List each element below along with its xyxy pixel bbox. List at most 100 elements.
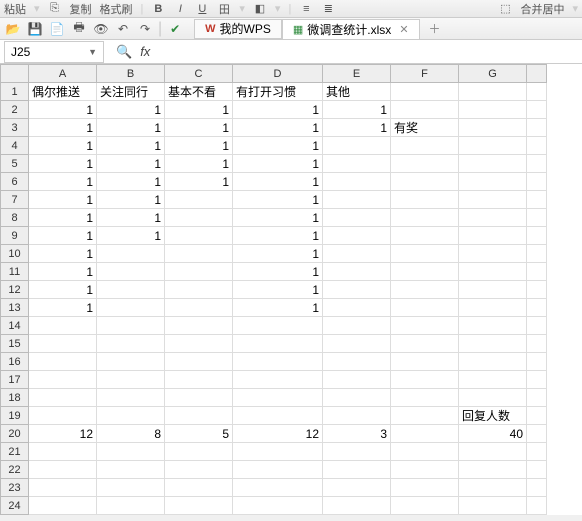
cell[interactable]: 1 [233,173,323,191]
cell[interactable]: 1 [233,245,323,263]
row-header[interactable]: 22 [1,461,29,479]
cell[interactable] [97,479,165,497]
cell[interactable] [527,371,547,389]
tab-document[interactable]: ▦ 微调查统计.xlsx ✕ [282,19,420,39]
cell[interactable] [165,479,233,497]
row-header[interactable]: 23 [1,479,29,497]
row-header[interactable]: 5 [1,155,29,173]
cell[interactable]: 1 [29,119,97,137]
cell[interactable] [459,317,527,335]
cell[interactable] [459,461,527,479]
cell[interactable] [391,461,459,479]
cell[interactable]: 1 [233,281,323,299]
cell[interactable] [391,263,459,281]
col-header[interactable]: D [233,65,323,83]
cell[interactable] [233,389,323,407]
cell[interactable]: 1 [233,209,323,227]
cell[interactable] [233,407,323,425]
cell[interactable] [391,425,459,443]
italic-icon[interactable]: I [173,2,187,16]
cell[interactable] [527,209,547,227]
cell[interactable]: 8 [97,425,165,443]
cell[interactable] [97,353,165,371]
cell[interactable] [527,317,547,335]
row-header[interactable]: 3 [1,119,29,137]
cell[interactable]: 1 [165,137,233,155]
cell[interactable]: 40 [459,425,527,443]
cell[interactable]: 1 [97,227,165,245]
col-header[interactable]: G [459,65,527,83]
cell[interactable] [459,497,527,515]
cell[interactable] [323,227,391,245]
cell[interactable] [391,209,459,227]
cell[interactable]: 1 [29,155,97,173]
cell[interactable] [391,155,459,173]
cell[interactable] [165,209,233,227]
col-header[interactable]: E [323,65,391,83]
cell[interactable] [97,299,165,317]
cell[interactable] [391,479,459,497]
fill-color-icon[interactable]: ◧ [253,2,267,16]
cell[interactable]: 1 [323,119,391,137]
cell[interactable] [29,317,97,335]
cell[interactable] [323,317,391,335]
cell[interactable] [527,83,547,101]
bold-icon[interactable]: B [151,2,165,16]
check-icon[interactable]: ✔ [166,20,184,38]
cell[interactable] [165,461,233,479]
cell[interactable] [391,353,459,371]
fx-label[interactable]: fx [140,44,150,59]
align-left-icon[interactable]: ≡ [299,2,313,16]
cell[interactable] [29,443,97,461]
cell[interactable] [527,155,547,173]
cell[interactable] [323,137,391,155]
cell[interactable]: 1 [233,155,323,173]
cell[interactable] [233,479,323,497]
copy-label[interactable]: 复制 [70,1,92,17]
spreadsheet-grid[interactable]: A B C D E F G 1 偶尔推送 关注同行 基本不看 有打开习惯 其他 … [0,64,582,515]
cell[interactable] [391,83,459,101]
cell[interactable] [97,371,165,389]
cell[interactable]: 基本不看 [165,83,233,101]
cell[interactable] [165,263,233,281]
col-header[interactable]: B [97,65,165,83]
row-header[interactable]: 21 [1,443,29,461]
cell[interactable] [459,173,527,191]
cell[interactable] [165,335,233,353]
cell[interactable] [391,299,459,317]
cell[interactable]: 1 [233,263,323,281]
cell[interactable]: 其他 [323,83,391,101]
open-folder-icon[interactable]: 📂 [4,20,22,38]
cell[interactable] [323,299,391,317]
cell[interactable] [391,191,459,209]
row-header[interactable]: 19 [1,407,29,425]
row-header[interactable]: 10 [1,245,29,263]
col-header[interactable]: A [29,65,97,83]
print-preview-icon[interactable]: 👁 [92,20,110,38]
cell[interactable]: 1 [165,155,233,173]
cell[interactable] [459,299,527,317]
cell[interactable] [29,479,97,497]
cell[interactable] [165,227,233,245]
row-header[interactable]: 6 [1,173,29,191]
cell[interactable] [165,371,233,389]
name-box[interactable]: J25 ▼ [4,41,104,63]
cell[interactable]: 1 [29,209,97,227]
cell[interactable]: 1 [323,101,391,119]
cell[interactable] [323,155,391,173]
row-header[interactable]: 18 [1,389,29,407]
cell[interactable] [527,407,547,425]
cell[interactable] [233,335,323,353]
cell[interactable] [165,407,233,425]
cell[interactable] [323,389,391,407]
cell[interactable] [165,191,233,209]
cell[interactable] [97,317,165,335]
cell[interactable] [323,191,391,209]
cell[interactable] [165,353,233,371]
select-all-corner[interactable] [1,65,29,83]
cell[interactable] [323,407,391,425]
align-center-icon[interactable]: ≣ [321,2,335,16]
merge-icon[interactable]: ⬚ [498,2,512,16]
cell[interactable] [527,245,547,263]
cell[interactable]: 1 [233,101,323,119]
